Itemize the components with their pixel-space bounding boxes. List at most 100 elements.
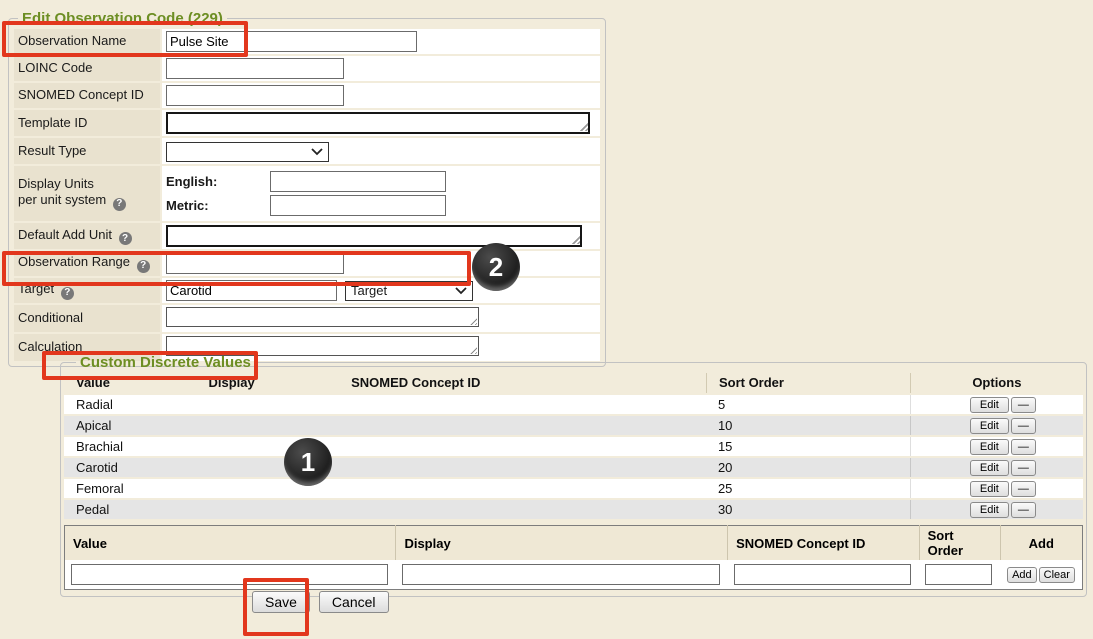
add-column-header-display: Display (396, 526, 728, 561)
observation-name-row: Observation Name (14, 29, 600, 54)
add-column-header-snomed: SNOMED Concept ID (728, 526, 920, 561)
snomed-concept-id-input[interactable] (166, 85, 344, 106)
cancel-button[interactable]: Cancel (319, 591, 389, 613)
default-add-unit-label: Default Add Unit ? (14, 223, 160, 249)
save-button[interactable]: Save (252, 591, 310, 613)
remove-button[interactable]: — (1011, 439, 1036, 455)
cell-sort-order: 20 (706, 458, 910, 477)
help-icon[interactable]: ? (61, 287, 74, 300)
edit-button[interactable]: Edit (970, 502, 1009, 518)
column-header-options: Options (910, 373, 1083, 393)
result-type-select[interactable] (166, 142, 329, 162)
cell-snomed (339, 395, 706, 414)
remove-button[interactable]: — (1011, 502, 1036, 518)
cell-snomed (339, 437, 706, 456)
add-display-input[interactable] (402, 564, 720, 585)
remove-button[interactable]: — (1011, 481, 1036, 497)
result-type-row: Result Type (14, 138, 600, 164)
edit-button[interactable]: Edit (970, 418, 1009, 434)
observation-range-row: Observation Range ? (14, 251, 600, 276)
loinc-code-label: LOINC Code (14, 56, 160, 81)
edit-button[interactable]: Edit (970, 460, 1009, 476)
snomed-concept-id-label: SNOMED Concept ID (14, 83, 160, 108)
column-header-sort-order: Sort Order (706, 373, 910, 393)
add-row-inputs: AddClear (65, 560, 1083, 590)
english-units-input[interactable] (270, 171, 446, 192)
display-units-label: Display Units per unit system ? (14, 166, 160, 221)
clear-button[interactable]: Clear (1039, 567, 1075, 583)
cell-value: Brachial (64, 437, 196, 456)
edit-form-table: Observation Name LOINC Code SNOMED Conce… (12, 27, 602, 363)
table-row: Carotid 20 Edit— (64, 458, 1083, 477)
cell-sort-order: 25 (706, 479, 910, 498)
add-snomed-input[interactable] (734, 564, 912, 585)
cell-value: Pedal (64, 500, 196, 519)
edit-button[interactable]: Edit (970, 439, 1009, 455)
cell-value: Apical (64, 416, 196, 435)
metric-units-label: Metric: (166, 198, 266, 213)
help-icon[interactable]: ? (119, 232, 132, 245)
default-add-unit-input[interactable] (166, 225, 582, 247)
observation-range-input[interactable] (166, 253, 344, 274)
custom-discrete-values-section: Custom Discrete Values Value Display SNO… (60, 354, 1087, 597)
conditional-row: Conditional (14, 305, 600, 332)
cell-sort-order: 10 (706, 416, 910, 435)
conditional-textarea[interactable] (166, 307, 479, 327)
remove-button[interactable]: — (1011, 418, 1036, 434)
edit-button[interactable]: Edit (970, 397, 1009, 413)
add-button[interactable]: Add (1007, 567, 1037, 583)
help-icon[interactable]: ? (113, 198, 126, 211)
cell-sort-order: 30 (706, 500, 910, 519)
remove-button[interactable]: — (1011, 397, 1036, 413)
column-header-display: Display (196, 373, 339, 393)
page: Edit Observation Code (229) Observation … (0, 0, 1093, 639)
cell-display (196, 500, 339, 519)
cell-snomed (339, 416, 706, 435)
target-input[interactable] (166, 280, 337, 301)
english-units-label: English: (166, 174, 266, 189)
form-actions: Save Cancel (252, 591, 398, 613)
cell-snomed (339, 500, 706, 519)
edit-observation-code-title: Edit Observation Code (229) (18, 10, 227, 27)
column-header-value: Value (64, 373, 196, 393)
result-type-label: Result Type (14, 138, 160, 164)
discrete-values-table: Value Display SNOMED Concept ID Sort Ord… (64, 371, 1083, 521)
metric-units-input[interactable] (270, 195, 446, 216)
help-icon[interactable]: ? (137, 260, 150, 273)
add-discrete-value-table: Value Display SNOMED Concept ID Sort Ord… (64, 525, 1083, 590)
target-row: Target ? Target (14, 278, 600, 303)
table-row: Pedal 30 Edit— (64, 500, 1083, 519)
edit-observation-code-section: Edit Observation Code (229) Observation … (8, 10, 606, 367)
observation-name-input[interactable] (166, 31, 417, 52)
cell-snomed (339, 479, 706, 498)
table-row: Brachial 15 Edit— (64, 437, 1083, 456)
edit-button[interactable]: Edit (970, 481, 1009, 497)
add-column-header-add: Add (1000, 526, 1082, 561)
target-label: Target ? (14, 278, 160, 303)
chevron-down-icon (455, 287, 467, 295)
table-row: Radial 5 Edit— (64, 395, 1083, 414)
loinc-code-input[interactable] (166, 58, 344, 79)
remove-button[interactable]: — (1011, 460, 1036, 476)
cell-snomed (339, 458, 706, 477)
template-id-input[interactable] (166, 112, 590, 134)
snomed-concept-id-row: SNOMED Concept ID (14, 83, 600, 108)
conditional-label: Conditional (14, 305, 160, 332)
template-id-row: Template ID (14, 110, 600, 136)
add-sort-order-input[interactable] (925, 564, 992, 585)
add-row-header: Value Display SNOMED Concept ID Sort Ord… (65, 526, 1083, 561)
calculation-textarea[interactable] (166, 336, 479, 356)
chevron-down-icon (311, 148, 323, 156)
cell-sort-order: 5 (706, 395, 910, 414)
custom-discrete-values-title: Custom Discrete Values (76, 354, 255, 371)
cell-value: Radial (64, 395, 196, 414)
column-header-snomed: SNOMED Concept ID (339, 373, 706, 393)
discrete-values-header-row: Value Display SNOMED Concept ID Sort Ord… (64, 373, 1083, 393)
add-value-input[interactable] (71, 564, 388, 585)
observation-name-label: Observation Name (14, 29, 160, 54)
target-selected-value: Target (351, 283, 387, 298)
table-row: Apical 10 Edit— (64, 416, 1083, 435)
cell-display (196, 395, 339, 414)
target-select[interactable]: Target (345, 281, 473, 301)
default-add-unit-row: Default Add Unit ? (14, 223, 600, 249)
